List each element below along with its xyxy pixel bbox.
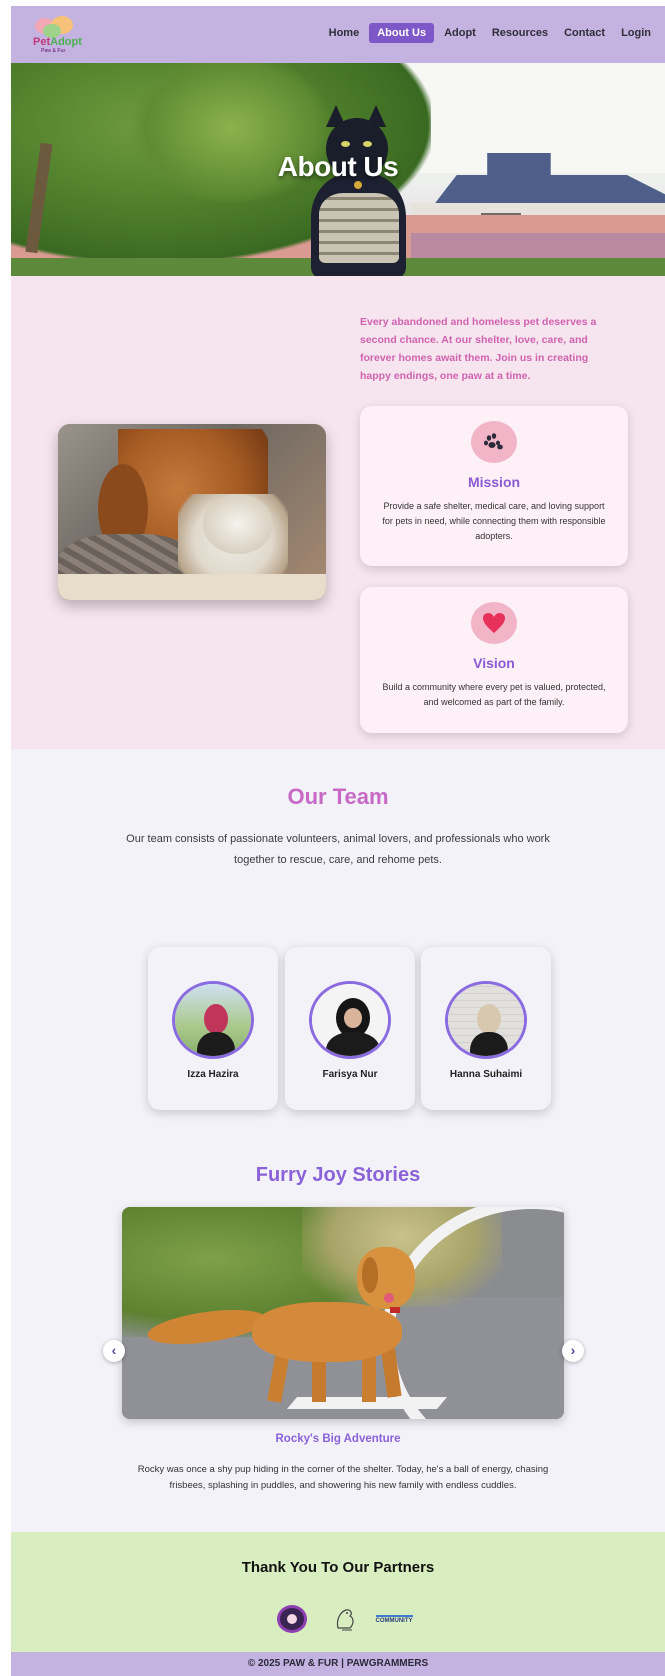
- heart-icon: [471, 602, 517, 644]
- hero-banner: About Us: [11, 63, 665, 276]
- team-title: Our Team: [287, 784, 389, 809]
- stories-title: Furry Joy Stories: [255, 1164, 421, 1186]
- avatar-head: [204, 1004, 228, 1034]
- photo-dog-ear: [362, 1257, 378, 1293]
- about-section: Every abandoned and homeless pet deserve…: [11, 276, 665, 749]
- avatar-torso: [326, 1032, 380, 1056]
- nav-home[interactable]: Home: [323, 23, 366, 43]
- photo-dog-collar: [390, 1307, 400, 1313]
- nav-about-us[interactable]: About Us: [369, 23, 435, 43]
- team-member-card: Farisya Nur: [285, 947, 415, 1110]
- photo-dog-body: [252, 1302, 402, 1362]
- paw-icon-svg: [484, 433, 503, 450]
- avatar: [172, 981, 254, 1059]
- photo-blanket: [58, 574, 326, 600]
- site-footer: © 2025 PAW & FUR | PAWGRAMMERS: [11, 1652, 665, 1676]
- nav-adopt[interactable]: Adopt: [438, 23, 482, 43]
- carousel-prev-button[interactable]: ‹: [103, 1340, 125, 1362]
- nav-contact[interactable]: Contact: [558, 23, 611, 43]
- partner-badge-disc: [277, 1605, 307, 1633]
- site-logo[interactable]: PetAdopt Paw & Fur: [29, 14, 82, 56]
- vision-card: Vision Build a community where every pet…: [360, 587, 628, 733]
- site-header: PetAdopt Paw & Fur Home About Us Adopt R…: [11, 6, 665, 63]
- page: PetAdopt Paw & Fur Home About Us Adopt R…: [11, 6, 665, 1676]
- partner-badge-logo[interactable]: [274, 1603, 310, 1635]
- dog-and-cat-photo: [58, 424, 326, 600]
- avatar: [309, 981, 391, 1059]
- avatar-head: [477, 1004, 501, 1034]
- vision-text: Build a community where every pet is val…: [382, 682, 606, 707]
- hero-cat-vest: [319, 193, 399, 263]
- nav-resources[interactable]: Resources: [486, 23, 554, 43]
- nav-login[interactable]: Login: [615, 23, 657, 43]
- photo-cat-face: [203, 494, 273, 554]
- mission-text: Provide a safe shelter, medical care, an…: [382, 501, 606, 541]
- mission-title: Mission: [467, 474, 521, 490]
- avatar-torso: [197, 1032, 235, 1056]
- team-description: Our team consists of passionate voluntee…: [126, 833, 550, 866]
- partner-sketch-icon: [336, 1609, 354, 1631]
- mission-card: Mission Provide a safe shelter, medical …: [360, 406, 628, 566]
- partner-community-logo[interactable]: COMMUNITY: [375, 1603, 413, 1635]
- team-member-card: Hanna Suhaimi: [421, 947, 551, 1110]
- hero-cat-eye: [363, 141, 372, 147]
- logo-tagline: Paw & Fur: [41, 48, 66, 54]
- about-intro: Every abandoned and homeless pet deserve…: [360, 316, 597, 382]
- team-member-card: Izza Hazira: [148, 947, 278, 1110]
- story-carousel-image: [122, 1207, 564, 1419]
- avatar-torso: [470, 1032, 508, 1056]
- carousel-next-button[interactable]: ›: [562, 1340, 584, 1362]
- hero-cat-eye: [341, 141, 350, 147]
- logo-text: PetAdopt: [33, 36, 82, 48]
- story-text: Rocky was once a shy pup hiding in the c…: [137, 1464, 549, 1491]
- partners-section: Thank You To Our Partners COMMUNITY: [11, 1532, 665, 1652]
- photo-dog-tongue: [384, 1293, 394, 1303]
- paw-icon: [471, 421, 517, 463]
- main-nav: Home About Us Adopt Resources Contact Lo…: [319, 23, 657, 43]
- member-name: Farisya Nur: [322, 1069, 378, 1080]
- member-name: Hanna Suhaimi: [449, 1069, 523, 1080]
- story-title: Rocky's Big Adventure: [275, 1433, 401, 1445]
- vision-title: Vision: [473, 655, 515, 671]
- member-name: Izza Hazira: [187, 1069, 239, 1080]
- partners-title: Thank You To Our Partners: [241, 1559, 435, 1576]
- partner-sketch-logo[interactable]: [327, 1603, 363, 1635]
- heart-icon-svg: [483, 613, 505, 633]
- avatar-face: [344, 1008, 362, 1028]
- avatar: [445, 981, 527, 1059]
- page-title: About Us: [277, 151, 399, 182]
- partner-badge-center: [287, 1614, 297, 1624]
- partner-community-label: COMMUNITY: [375, 1614, 413, 1624]
